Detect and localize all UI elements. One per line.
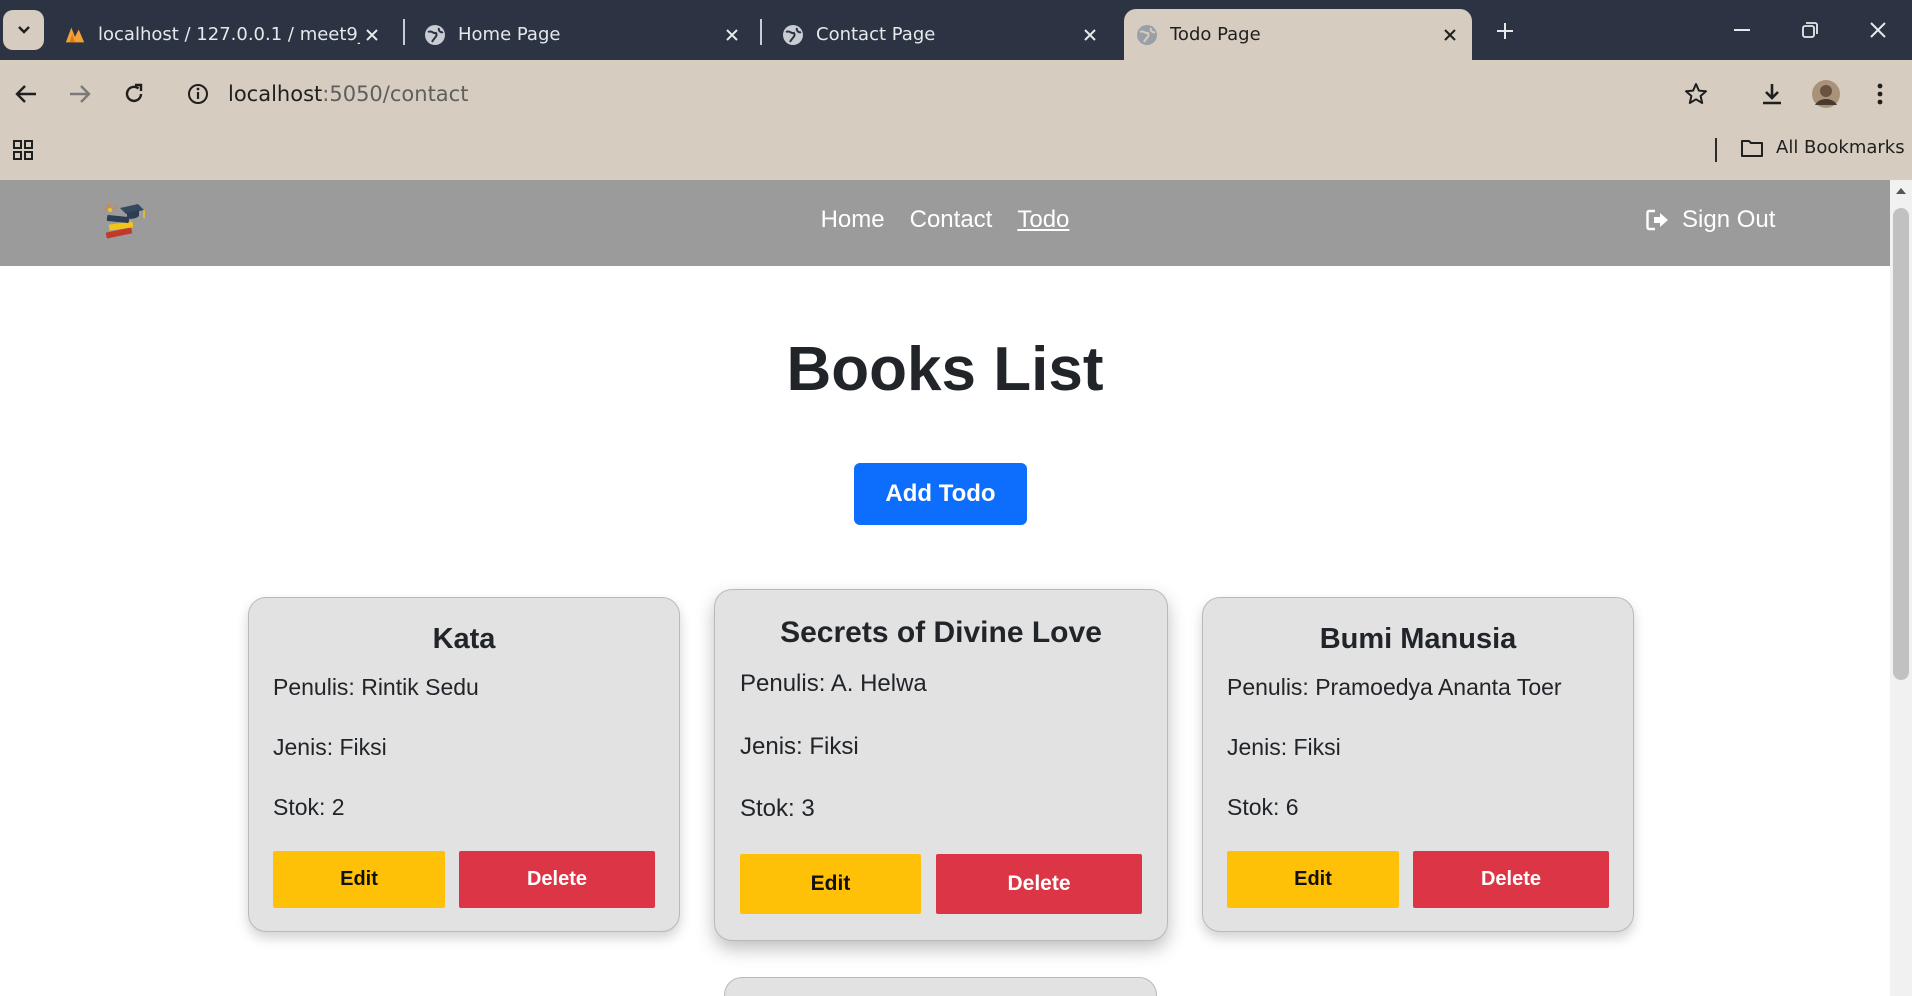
plus-icon (1497, 23, 1513, 39)
folder-icon (1741, 139, 1763, 157)
arrow-left-icon (15, 85, 36, 103)
tab-contact-page[interactable]: Contact Page (778, 9, 1108, 60)
avatar (1812, 80, 1840, 108)
download-icon (1763, 84, 1781, 105)
bookmarks-separator (1715, 138, 1717, 162)
add-todo-button[interactable]: Add Todo (854, 463, 1027, 525)
book-card: Kata Penulis: Rintik Sedu Jenis: Fiksi S… (248, 597, 680, 932)
tab-home-page[interactable]: Home Page (420, 9, 750, 60)
minimize-button[interactable] (1712, 10, 1772, 50)
forward-button[interactable] (60, 74, 100, 114)
address-bar[interactable]: localhost:5050/contact (228, 82, 468, 106)
page-title: Books List (786, 335, 1104, 404)
profile-avatar[interactable] (1806, 74, 1846, 114)
reload-button[interactable] (114, 74, 154, 114)
page-viewport: Home Contact Todo Sign Out Books List Ad… (0, 180, 1890, 996)
downloads-button[interactable] (1752, 74, 1792, 114)
nav-links: Home Contact Todo (0, 206, 1890, 234)
close-icon[interactable] (720, 23, 744, 47)
scroll-thumb[interactable] (1893, 208, 1909, 680)
more-vertical-icon (1877, 83, 1883, 105)
apps-grid-icon (13, 140, 33, 160)
chevron-down-icon (17, 26, 30, 34)
nav-link-contact[interactable]: Contact (910, 206, 993, 234)
book-genre: Jenis: Fiksi (1227, 734, 1341, 760)
reload-icon (125, 83, 143, 103)
close-icon[interactable] (1438, 23, 1462, 47)
restore-icon (1802, 22, 1818, 38)
scroll-up-arrow-icon[interactable] (1896, 188, 1906, 194)
tab-todo-page[interactable]: Todo Page (1124, 9, 1472, 60)
apps-button[interactable] (3, 130, 43, 170)
site-info-button[interactable] (178, 74, 218, 114)
delete-button[interactable]: Delete (936, 854, 1142, 914)
book-genre: Jenis: Fiksi (740, 733, 859, 760)
browser-toolbar (0, 60, 1912, 180)
book-stock: Stok: 3 (740, 795, 815, 822)
browser-menu-button[interactable] (1860, 74, 1900, 114)
page-scrollbar[interactable] (1890, 180, 1912, 996)
globe-icon (424, 24, 446, 46)
book-author: Penulis: A. Helwa (740, 670, 927, 697)
browser-tab-strip: localhost / 127.0.0.1 / meet9_pa Home Pa… (0, 0, 1912, 60)
all-bookmarks-button[interactable]: All Bookmarks (1740, 137, 1905, 158)
edit-button[interactable]: Edit (740, 854, 921, 914)
edit-button[interactable]: Edit (273, 851, 445, 908)
book-title: Secrets of Divine Love (780, 616, 1102, 649)
book-card (724, 977, 1157, 996)
edit-button[interactable]: Edit (1227, 851, 1399, 908)
tab-separator (760, 19, 762, 45)
tab-title: Contact Page (816, 24, 936, 45)
site-navbar: Home Contact Todo Sign Out (0, 180, 1890, 266)
nav-link-todo[interactable]: Todo (1017, 206, 1069, 234)
close-icon[interactable] (360, 23, 384, 47)
tab-separator (403, 19, 405, 45)
restore-button[interactable] (1780, 10, 1840, 50)
close-icon[interactable] (1078, 23, 1102, 47)
sign-out-icon (1646, 209, 1668, 231)
close-icon (1870, 22, 1886, 38)
delete-button[interactable]: Delete (459, 851, 655, 908)
tab-title: localhost / 127.0.0.1 / meet9_pa (98, 24, 360, 45)
back-button[interactable] (6, 74, 46, 114)
minimize-icon (1734, 29, 1750, 31)
sign-out-button[interactable]: Sign Out (1646, 206, 1775, 234)
phpmyadmin-icon (64, 24, 86, 46)
delete-button[interactable]: Delete (1413, 851, 1609, 908)
book-stock: Stok: 6 (1227, 794, 1299, 820)
tab-phpmyadmin[interactable]: localhost / 127.0.0.1 / meet9_pa (60, 9, 390, 60)
arrow-right-icon (70, 85, 91, 103)
nav-link-home[interactable]: Home (821, 206, 885, 234)
url-host: localhost (228, 82, 323, 106)
bookmark-star-button[interactable] (1676, 74, 1716, 114)
tab-title: Home Page (458, 24, 561, 45)
book-genre: Jenis: Fiksi (273, 734, 387, 760)
info-icon (188, 84, 208, 104)
book-author: Penulis: Rintik Sedu (273, 674, 479, 700)
book-title: Kata (432, 623, 496, 655)
close-window-button[interactable] (1848, 10, 1908, 50)
tab-search-button[interactable] (3, 10, 44, 50)
tab-title: Todo Page (1170, 24, 1261, 45)
globe-icon (782, 24, 804, 46)
sign-out-label: Sign Out (1682, 206, 1776, 233)
book-stock: Stok: 2 (273, 794, 345, 820)
book-card: Bumi Manusia Penulis: Pramoedya Ananta T… (1202, 597, 1634, 932)
new-tab-button[interactable] (1490, 16, 1520, 46)
star-icon (1685, 83, 1707, 104)
book-author: Penulis: Pramoedya Ananta Toer (1227, 674, 1562, 700)
book-card: Secrets of Divine Love Penulis: A. Helwa… (714, 589, 1168, 941)
book-title: Bumi Manusia (1319, 623, 1517, 655)
all-bookmarks-label: All Bookmarks (1776, 137, 1905, 158)
globe-icon (1136, 24, 1158, 46)
url-path: :5050/contact (322, 82, 469, 106)
